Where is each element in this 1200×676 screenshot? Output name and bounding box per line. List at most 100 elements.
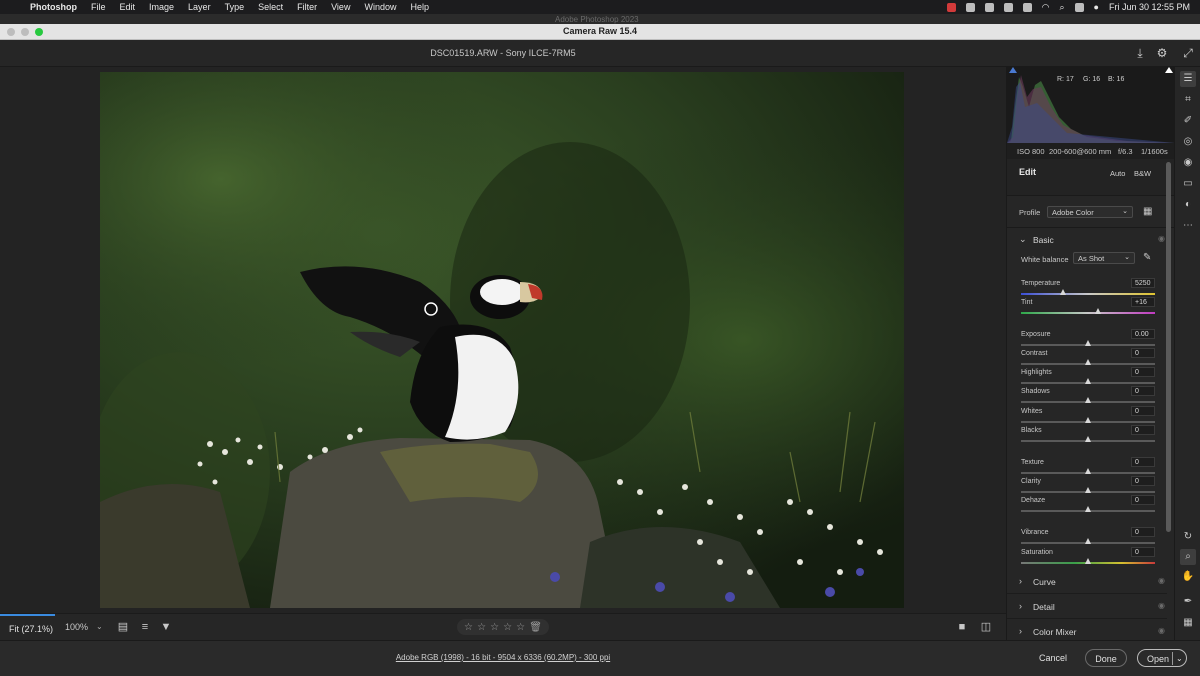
slider-thumb[interactable]: [1084, 436, 1091, 442]
slider-value-field[interactable]: 0: [1131, 527, 1155, 537]
search-icon[interactable]: ⌕: [1059, 2, 1064, 13]
star-1-icon[interactable]: ☆: [464, 622, 473, 633]
menu-edit[interactable]: Edit: [120, 2, 136, 12]
menu-app[interactable]: Photoshop: [30, 2, 77, 12]
slider-value-field[interactable]: 0: [1131, 367, 1155, 377]
menu-filter[interactable]: Filter: [297, 2, 317, 12]
open-button[interactable]: Open ⌄: [1137, 649, 1187, 667]
snapshots-icon[interactable]: ▭: [1180, 176, 1196, 192]
grid-icon[interactable]: ▦: [1180, 615, 1196, 631]
slider-thumb[interactable]: [1084, 468, 1091, 474]
compare-view-icon[interactable]: ◫: [979, 620, 993, 634]
hand-tool-icon[interactable]: ✋: [1180, 569, 1196, 585]
slider-thumb[interactable]: [1084, 340, 1091, 346]
healing-brush-icon[interactable]: ✐: [1180, 113, 1196, 129]
slider-value-field[interactable]: 0: [1131, 425, 1155, 435]
profile-browser-icon[interactable]: ▦: [1143, 206, 1152, 217]
edit-sliders-icon[interactable]: ☰: [1180, 71, 1196, 87]
auto-button[interactable]: Auto: [1107, 167, 1128, 180]
rotate-icon[interactable]: ↻: [1180, 529, 1196, 545]
play-icon[interactable]: [1003, 2, 1013, 12]
star-3-icon[interactable]: ☆: [490, 622, 499, 633]
detail-section-header[interactable]: › Detail ◉: [1007, 595, 1167, 619]
creative-cloud-icon[interactable]: [965, 2, 975, 12]
zoom-tool-icon[interactable]: ⌕: [1180, 549, 1196, 565]
white-balance-select[interactable]: As Shot ⌄: [1073, 252, 1135, 264]
slider-tint[interactable]: Tint +16: [1021, 297, 1155, 318]
menu-file[interactable]: File: [91, 2, 106, 12]
slider-saturation[interactable]: Saturation 0: [1021, 547, 1155, 568]
star-5-icon[interactable]: ☆: [516, 622, 525, 633]
slider-value-field[interactable]: 0: [1131, 547, 1155, 557]
fit-zoom-button[interactable]: Fit (27.1%): [0, 614, 55, 641]
slider-value-field[interactable]: 0: [1131, 406, 1155, 416]
slider-value-field[interactable]: 0: [1131, 495, 1155, 505]
zoom-dropdown-icon[interactable]: ⌄: [96, 622, 103, 631]
slider-value-field[interactable]: 0: [1131, 386, 1155, 396]
photo-preview[interactable]: [100, 72, 904, 608]
slider-blacks[interactable]: Blacks 0: [1021, 425, 1155, 446]
menu-image[interactable]: Image: [149, 2, 174, 12]
filmstrip-icon[interactable]: ▤: [116, 620, 130, 634]
slider-thumb[interactable]: [1084, 506, 1091, 512]
cancel-button[interactable]: Cancel: [1036, 649, 1070, 667]
eyedropper-icon[interactable]: ✎: [1143, 252, 1151, 263]
slider-value-field[interactable]: +16: [1131, 297, 1155, 307]
siri-icon[interactable]: ●: [1094, 2, 1099, 12]
slider-value-field[interactable]: 0.00: [1131, 329, 1155, 339]
presets-icon[interactable]: ◐: [1180, 197, 1196, 213]
slider-value-field[interactable]: 0: [1131, 476, 1155, 486]
slider-track[interactable]: [1021, 312, 1155, 314]
masking-icon[interactable]: ◎: [1180, 134, 1196, 150]
visibility-eye-icon[interactable]: ◉: [1158, 601, 1165, 610]
slider-thumb[interactable]: [1084, 558, 1091, 564]
workflow-options-link[interactable]: Adobe RGB (1998) - 16 bit - 9504 x 6336 …: [0, 653, 1006, 662]
slider-thumb[interactable]: [1084, 538, 1091, 544]
star-4-icon[interactable]: ☆: [503, 622, 512, 633]
visibility-eye-icon[interactable]: ◉: [1158, 234, 1165, 243]
menu-layer[interactable]: Layer: [188, 2, 211, 12]
slider-thumb[interactable]: [1084, 487, 1091, 493]
zoom-100-button[interactable]: 100%: [65, 622, 88, 632]
trash-icon[interactable]: 🗑: [529, 622, 542, 633]
sort-icon[interactable]: ≡: [138, 620, 152, 634]
more-icon[interactable]: ⋯: [1180, 218, 1196, 234]
mic-icon[interactable]: [1022, 2, 1032, 12]
slider-thumb[interactable]: [1084, 397, 1091, 403]
menu-help[interactable]: Help: [410, 2, 429, 12]
color-mixer-section-header[interactable]: › Color Mixer ◉: [1007, 620, 1167, 644]
slider-value-field[interactable]: 0: [1131, 457, 1155, 467]
save-icon[interactable]: ⤓: [1133, 46, 1147, 60]
curve-section-header[interactable]: › Curve ◉: [1007, 570, 1167, 594]
slider-vibrance[interactable]: Vibrance 0: [1021, 527, 1155, 548]
slider-value-field[interactable]: 0: [1131, 348, 1155, 358]
slider-thumb[interactable]: [1095, 308, 1102, 314]
basic-section-header[interactable]: ⌄ Basic ◉: [1007, 228, 1167, 252]
star-2-icon[interactable]: ☆: [477, 622, 486, 633]
record-icon[interactable]: [946, 2, 956, 12]
bw-button[interactable]: B&W: [1131, 167, 1154, 180]
fullscreen-icon[interactable]: ⤢: [1181, 46, 1195, 60]
slider-thumb[interactable]: [1084, 378, 1091, 384]
slider-shadows[interactable]: Shadows 0: [1021, 386, 1155, 407]
visibility-eye-icon[interactable]: ◉: [1158, 626, 1165, 635]
menu-view[interactable]: View: [331, 2, 350, 12]
slider-thumb[interactable]: [1060, 289, 1067, 295]
slider-thumb[interactable]: [1084, 417, 1091, 423]
open-dropdown-icon[interactable]: ⌄: [1176, 650, 1183, 668]
profile-select[interactable]: Adobe Color ⌄: [1047, 206, 1133, 218]
crop-icon[interactable]: ⌗: [1180, 92, 1196, 108]
slider-value-field[interactable]: 5250: [1131, 278, 1155, 288]
display-icon[interactable]: [984, 2, 994, 12]
visibility-eye-icon[interactable]: ◉: [1158, 576, 1165, 585]
image-canvas[interactable]: [0, 67, 1006, 613]
menu-select[interactable]: Select: [258, 2, 283, 12]
red-eye-icon[interactable]: ◉: [1180, 155, 1196, 171]
gear-icon[interactable]: ⚙: [1155, 46, 1169, 60]
menu-type[interactable]: Type: [225, 2, 245, 12]
slider-dehaze[interactable]: Dehaze 0: [1021, 495, 1155, 516]
color-sampler-icon[interactable]: ✒: [1180, 594, 1196, 610]
single-view-icon[interactable]: ■: [955, 620, 969, 634]
wifi-icon[interactable]: ◠: [1042, 2, 1050, 13]
done-button[interactable]: Done: [1085, 649, 1127, 667]
